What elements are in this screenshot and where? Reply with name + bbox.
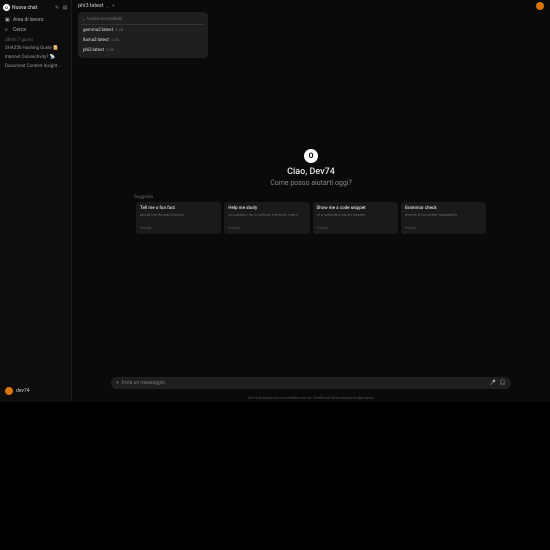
search-label: Cerca <box>13 27 26 33</box>
recent-section-label: Ultimi 7 giorni <box>3 35 68 44</box>
user-profile[interactable]: dev74 <box>3 384 68 398</box>
sidebar: O Nuova chat ✎ ▤ ▣ Area di lavoro ⌕ Cerc… <box>0 0 72 402</box>
top-avatar[interactable] <box>536 2 544 10</box>
welcome-area: O Ciao, Dev74 Come posso aiutarti oggi? … <box>72 12 550 371</box>
workspace-label: Area di lavoro <box>13 17 43 23</box>
attach-button[interactable]: + <box>116 380 119 386</box>
model-option[interactable]: gemma2:latest 5.4B <box>81 25 205 35</box>
model-search-row: ⌕ <box>81 15 205 25</box>
suggestion-cards: Tell me a fun fact about the Roman Empir… <box>136 202 486 234</box>
arrow-icon: › <box>393 225 394 230</box>
username-label: dev74 <box>16 388 29 394</box>
subtitle-text: Come posso aiutarti oggi? <box>270 179 352 187</box>
suggestion-card[interactable]: Show me a code snippet of a website's st… <box>313 202 398 234</box>
center-logo: O <box>304 149 318 163</box>
chat-history-item[interactable]: SHA256 Hashing Guide 📔 <box>3 44 68 53</box>
suggestion-card[interactable]: Help me study vocabulary for a college e… <box>224 202 309 234</box>
topbar: phi3:latest ⌄ + <box>72 0 550 12</box>
search-link[interactable]: ⌕ Cerca <box>3 25 68 35</box>
model-option[interactable]: llama3:latest 4.3B <box>81 35 205 45</box>
arrow-icon: › <box>481 225 482 230</box>
arrow-icon: › <box>216 225 217 230</box>
chat-history-item[interactable]: Document Content Insight 🎯📋 <box>3 62 68 71</box>
search-icon: ⌕ <box>5 27 10 33</box>
app-logo: O <box>3 4 10 11</box>
edit-icon[interactable]: ✎ <box>54 5 60 11</box>
model-dropdown: ⌕ gemma2:latest 5.4B llama3:latest 4.3B … <box>78 12 208 58</box>
mic-icon[interactable]: 🎤 <box>490 380 496 386</box>
suggestion-card[interactable]: Tell me a fun fact about the Roman Empir… <box>136 202 221 234</box>
input-area: + 🎤 🎧 <box>72 371 550 393</box>
headphones-icon[interactable]: 🎧 <box>500 380 506 386</box>
message-input-box: + 🎤 🎧 <box>111 377 511 389</box>
suggestion-card[interactable]: Grammar check rewrite it for better read… <box>401 202 486 234</box>
main-panel: phi3:latest ⌄ + ⌕ gemma2:latest 5.4B lla… <box>72 0 550 402</box>
chat-history-item[interactable]: Internet Connectivity? 📡 <box>3 53 68 62</box>
sidebar-header: O Nuova chat ✎ ▤ <box>3 4 68 11</box>
arrow-icon: › <box>304 225 305 230</box>
add-model-button[interactable]: + <box>112 3 115 9</box>
suggested-label: Suggerito <box>134 195 153 200</box>
avatar <box>5 387 13 395</box>
message-input[interactable] <box>122 380 490 386</box>
chevron-down-icon: ⌄ <box>106 4 109 9</box>
workspace-link[interactable]: ▣ Area di lavoro <box>3 15 68 25</box>
model-selector[interactable]: phi3:latest <box>78 3 104 9</box>
model-option[interactable]: phi3:latest 2.8B <box>81 45 205 55</box>
workspace-icon: ▣ <box>5 17 10 23</box>
new-chat-button[interactable]: Nuova chat <box>12 5 52 11</box>
compose-icon[interactable]: ▤ <box>62 5 68 11</box>
greeting-text: Ciao, Dev74 <box>287 167 335 177</box>
model-search-input[interactable] <box>87 17 203 22</box>
footer-disclaimer: Gli LLM possono commettere errori. Verif… <box>72 393 550 402</box>
search-icon: ⌕ <box>83 17 85 22</box>
